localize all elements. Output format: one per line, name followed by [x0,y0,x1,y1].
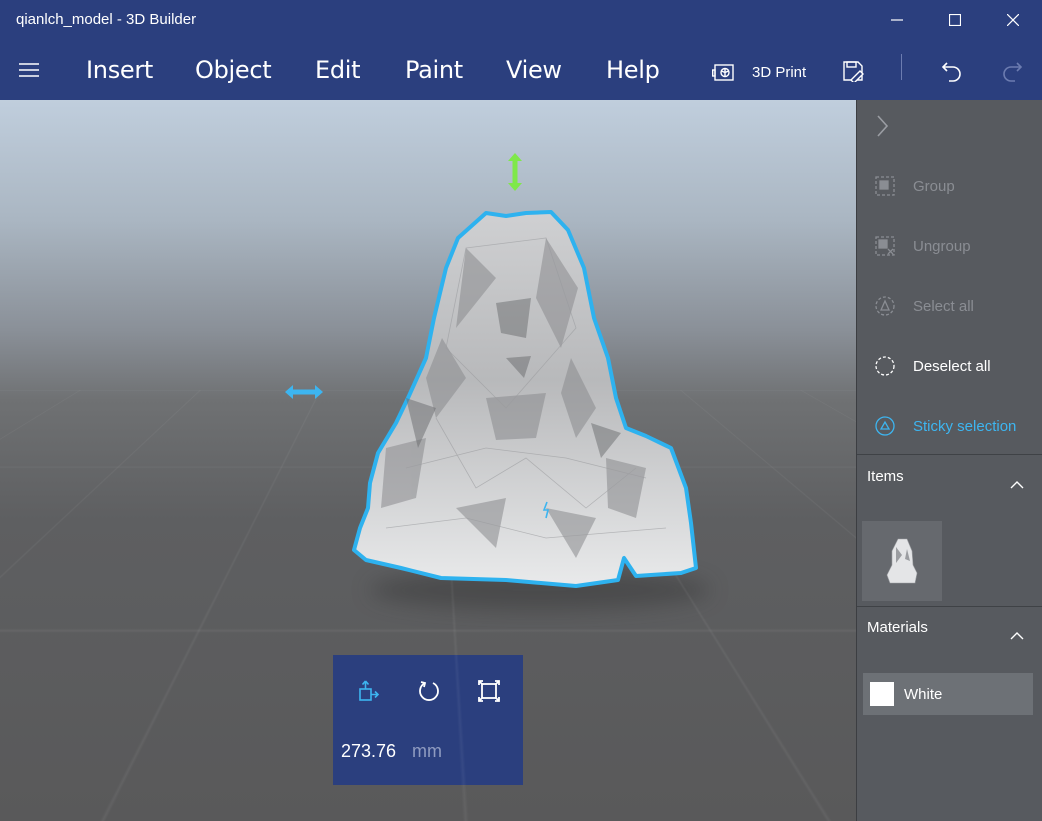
scale-icon [478,680,500,702]
materials-heading: Materials [867,619,928,636]
bust-thumbnail-icon [886,538,918,584]
undo-icon [941,62,961,82]
toolbar-separator [901,54,902,80]
move-mode-button[interactable] [353,675,385,707]
3d-print-button[interactable]: 3D Print [712,58,806,86]
maximize-button[interactable] [926,0,984,40]
redo-button[interactable] [998,57,1026,85]
menu-view[interactable]: View [506,56,562,84]
redo-icon [1003,62,1023,82]
move-icon [359,680,380,701]
group-icon [875,176,895,196]
save-button[interactable] [839,57,867,85]
select-all-button[interactable]: Select all [857,286,1042,326]
panel-divider [857,606,1042,607]
model-bust[interactable] [346,208,706,588]
group-button[interactable]: Group [857,166,1042,206]
deselect-icon [875,356,895,376]
ungroup-label: Ungroup [913,237,971,255]
vertical-move-gizmo-icon[interactable] [505,152,525,192]
group-label: Group [913,177,955,195]
sticky-selection-label: Sticky selection [913,417,1017,435]
menu-edit[interactable]: Edit [315,56,361,84]
rotate-mode-button[interactable] [413,675,445,707]
sticky-selection-icon [875,416,895,436]
sticky-selection-button[interactable]: Sticky selection [857,406,1042,446]
3d-viewport[interactable]: 273.76 mm [0,100,856,821]
window-title: qianlch_model - 3D Builder [16,11,197,28]
material-name: White [904,685,943,703]
ungroup-button[interactable]: Ungroup [857,226,1042,266]
undo-button[interactable] [938,57,966,85]
minimize-icon [891,19,903,21]
printer-3d-icon [712,64,734,81]
ungroup-icon [875,236,895,256]
select-all-label: Select all [913,297,974,315]
menu-help[interactable]: Help [606,56,660,84]
chevron-up-icon[interactable] [1010,480,1024,489]
material-white[interactable]: White [863,673,1033,715]
select-all-icon [875,296,895,316]
deselect-all-button[interactable]: Deselect all [857,346,1042,386]
items-heading: Items [867,468,904,485]
save-icon [843,61,864,82]
dimension-unit: mm [412,741,442,761]
transform-panel: 273.76 mm [333,655,523,785]
menu-button[interactable] [12,56,46,84]
close-icon [1007,14,1019,26]
rotate-icon [419,681,439,701]
panel-divider [857,454,1042,455]
material-swatch [870,682,894,706]
deselect-all-label: Deselect all [913,357,991,375]
item-thumbnail[interactable] [862,521,942,601]
menu-object[interactable]: Object [195,56,272,84]
horizontal-move-gizmo-icon[interactable] [284,383,324,401]
menu-bar: Insert Object Edit Paint View Help 3D Pr… [0,40,1042,100]
dimension-value[interactable]: 273.76 [341,741,396,762]
object-panel: Group Ungroup Select all Deselect all St… [856,100,1042,821]
menu-paint[interactable]: Paint [405,56,463,84]
chevron-up-icon[interactable] [1010,631,1024,640]
menu-insert[interactable]: Insert [86,56,153,84]
chevron-right-icon[interactable] [875,114,889,138]
title-bar: qianlch_model - 3D Builder [0,0,1042,40]
3d-print-label: 3D Print [752,63,807,81]
scale-mode-button[interactable] [473,675,505,707]
minimize-button[interactable] [868,0,926,40]
menu-icon [19,63,39,77]
close-button[interactable] [984,0,1042,40]
maximize-icon [949,14,961,26]
